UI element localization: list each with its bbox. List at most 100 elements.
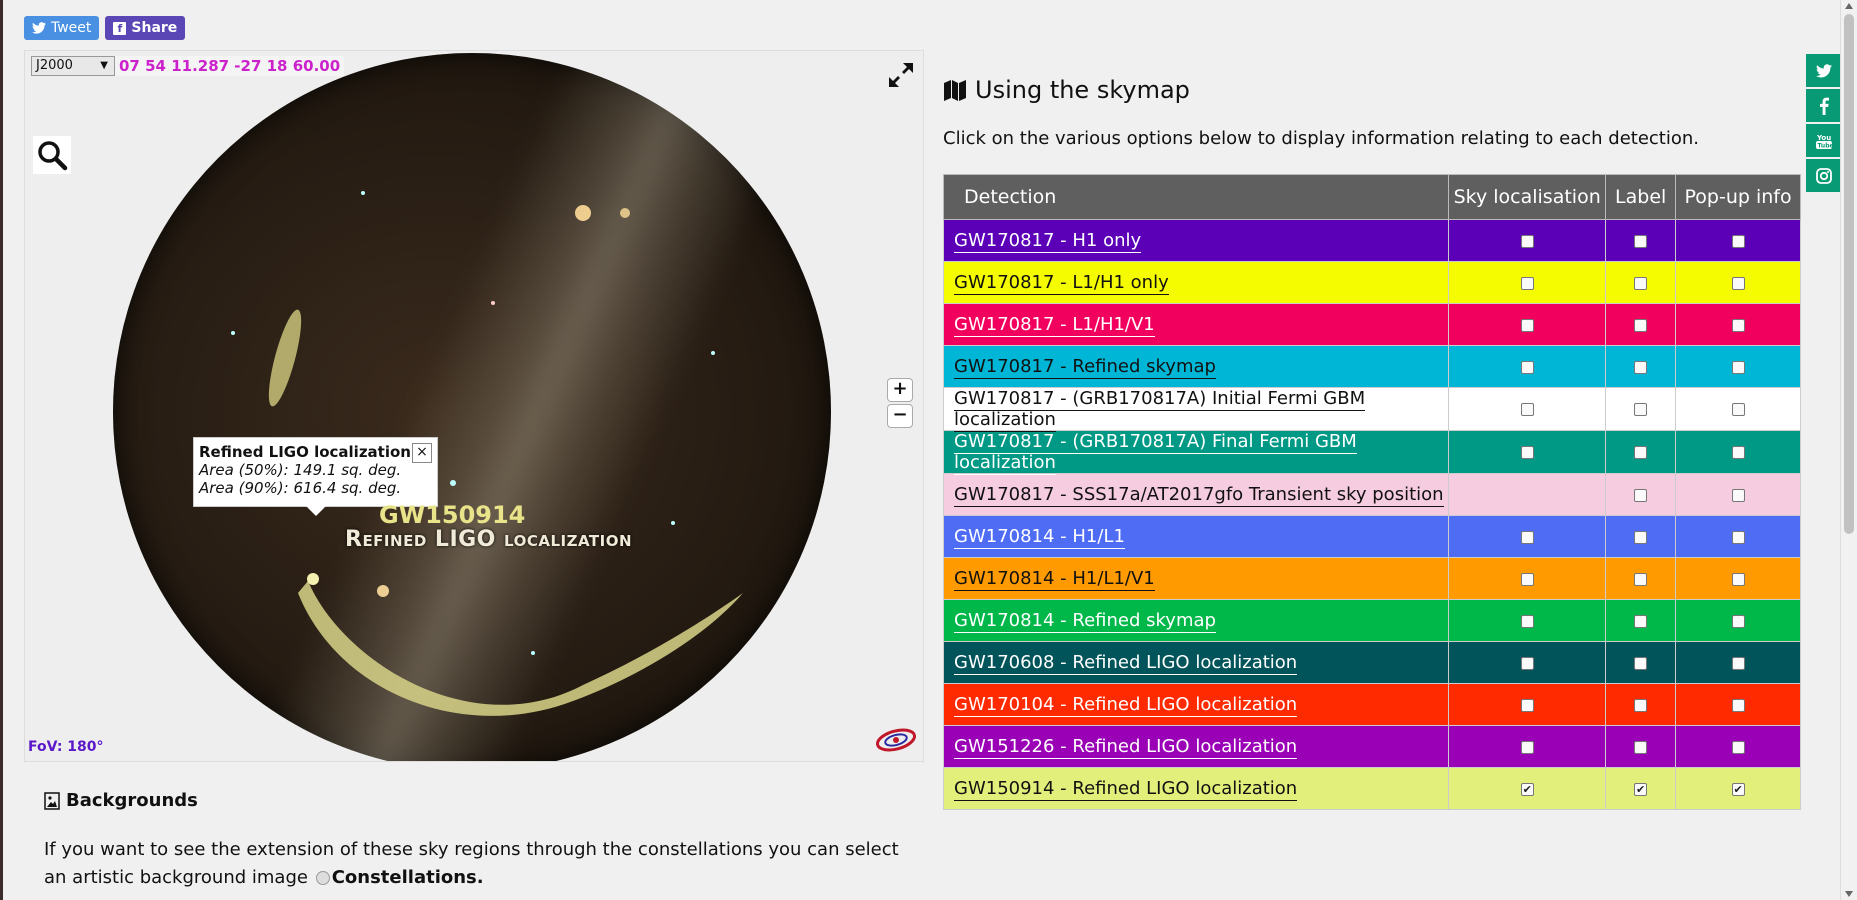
label-cell <box>1605 219 1677 262</box>
coordinates-readout: 07 54 11.287 -27 18 60.00 <box>115 56 345 76</box>
detection-link[interactable]: GW150914 - Refined LIGO localization <box>954 778 1298 801</box>
popup-info-checkbox[interactable] <box>1731 446 1745 459</box>
label-checkbox[interactable] <box>1634 488 1648 502</box>
popup-info-checkbox[interactable] <box>1731 530 1745 544</box>
popup-close-button[interactable]: × <box>412 443 432 463</box>
svg-text:You: You <box>1816 134 1831 142</box>
sky-sphere[interactable] <box>113 53 831 761</box>
popup-info-checkbox[interactable] <box>1731 403 1745 416</box>
localization-marker[interactable] <box>307 573 319 585</box>
detection-link[interactable]: GW170817 - L1/H1 only <box>954 272 1169 295</box>
detection-link[interactable]: GW170817 - Refined skymap <box>954 356 1216 379</box>
detection-name-cell: GW170817 - L1/H1/V1 <box>942 303 1450 346</box>
label-cell <box>1605 683 1677 726</box>
popup-info-checkbox[interactable] <box>1731 740 1745 754</box>
instagram-link[interactable] <box>1806 159 1842 192</box>
twitter-link[interactable] <box>1806 54 1842 87</box>
label-checkbox[interactable] <box>1634 360 1648 374</box>
aladin-logo[interactable] <box>875 725 917 755</box>
bright-star <box>620 208 630 218</box>
popup-info-checkbox[interactable] <box>1731 572 1745 586</box>
detection-name-cell: GW170608 - Refined LIGO localization <box>942 641 1450 684</box>
tweet-button[interactable]: Tweet <box>24 16 100 40</box>
skymap-viewer[interactable]: J2000 ▼ 07 54 11.287 -27 18 60.00 + − Ref… <box>24 50 924 762</box>
label-checkbox[interactable] <box>1634 656 1648 670</box>
scrollbar-thumb[interactable] <box>1844 14 1854 534</box>
detection-link[interactable]: GW170817 - H1 only <box>954 230 1142 253</box>
label-cell <box>1605 303 1677 346</box>
detection-link[interactable]: GW151226 - Refined LIGO localization <box>954 736 1298 759</box>
sky-localisation-checkbox[interactable] <box>1520 360 1534 374</box>
facebook-link[interactable] <box>1806 89 1842 122</box>
label-checkbox[interactable] <box>1634 234 1648 248</box>
search-button[interactable] <box>33 136 71 174</box>
share-button[interactable]: f Share <box>105 16 186 40</box>
popup-info-checkbox[interactable] <box>1731 360 1745 374</box>
sky-localisation-cell <box>1448 219 1607 262</box>
sky-localisation-checkbox[interactable] <box>1520 234 1534 248</box>
sky-localisation-checkbox[interactable] <box>1520 276 1534 290</box>
coordinate-frame-select[interactable]: J2000 ▼ <box>31 56 115 76</box>
sky-localisation-cell <box>1448 430 1607 474</box>
scroll-up-arrow[interactable] <box>1845 3 1853 9</box>
youtube-link[interactable]: You Tube <box>1806 124 1842 157</box>
constellations-radio[interactable] <box>315 871 330 885</box>
detection-link[interactable]: GW170814 - Refined skymap <box>954 610 1216 633</box>
page-scrollbar[interactable] <box>1840 0 1857 900</box>
popup-info-checkbox[interactable] <box>1731 234 1745 248</box>
label-checkbox[interactable] <box>1634 403 1648 416</box>
label-checkbox[interactable] <box>1634 530 1648 544</box>
detection-link[interactable]: GW170817 - SSS17a/AT2017gfo Transient sk… <box>954 484 1444 507</box>
sky-localisation-checkbox[interactable] <box>1520 318 1534 332</box>
sky-localisation-checkbox[interactable] <box>1520 740 1534 754</box>
detection-link[interactable]: GW170814 - H1/L1/V1 <box>954 568 1155 591</box>
sky-localisation-checkbox[interactable] <box>1520 446 1534 459</box>
star <box>491 301 495 305</box>
column-header: Pop-up info <box>1675 174 1801 220</box>
table-row: GW170814 - H1/L1 <box>942 515 1801 558</box>
popup-info-checkbox[interactable] <box>1731 276 1745 290</box>
zoom-out-button[interactable]: − <box>887 404 913 428</box>
table-row: GW170817 - Refined skymap <box>942 345 1801 388</box>
popup-info-cell <box>1675 599 1801 642</box>
popup-info-checkbox[interactable] <box>1731 614 1745 628</box>
fullscreen-button[interactable] <box>887 61 915 89</box>
scroll-down-arrow[interactable] <box>1845 891 1853 897</box>
label-checkbox[interactable] <box>1634 318 1648 332</box>
detection-link[interactable]: GW170817 - L1/H1/V1 <box>954 314 1155 337</box>
sky-localisation-checkbox[interactable] <box>1520 656 1534 670</box>
sky-localisation-cell <box>1448 261 1607 304</box>
table-row: GW170814 - Refined skymap <box>942 599 1801 642</box>
popup-info-checkbox[interactable] <box>1731 318 1745 332</box>
sky-localisation-checkbox[interactable] <box>1520 403 1534 416</box>
label-checkbox[interactable] <box>1634 614 1648 628</box>
popup-info-checkbox[interactable] <box>1731 656 1745 670</box>
detection-link[interactable]: GW170104 - Refined LIGO localization <box>954 694 1298 717</box>
sky-localisation-checkbox[interactable] <box>1520 572 1534 586</box>
backgrounds-description: If you want to see the extension of thes… <box>44 836 924 892</box>
popup-info-cell <box>1675 557 1801 600</box>
sky-localisation-checkbox[interactable] <box>1520 614 1534 628</box>
sky-localisation-checkbox[interactable] <box>1520 698 1534 712</box>
label-checkbox[interactable] <box>1634 572 1648 586</box>
skymap-help-panel: Using the skymap Click on the various op… <box>942 70 1801 810</box>
label-checkbox[interactable] <box>1634 446 1648 459</box>
sky-localisation-checkbox[interactable] <box>1520 530 1534 544</box>
table-header-row: Detection Sky localisation Label Pop-up … <box>942 174 1801 220</box>
popup-info-cell <box>1675 219 1801 262</box>
detection-link[interactable]: GW170817 - (GRB170817A) Final Fermi GBM … <box>954 431 1357 475</box>
label-checkbox[interactable]: ✔ <box>1634 782 1648 796</box>
popup-info-checkbox[interactable]: ✔ <box>1731 782 1745 796</box>
star <box>671 521 675 525</box>
detection-link[interactable]: GW170608 - Refined LIGO localization <box>954 652 1298 675</box>
detection-link[interactable]: GW170814 - H1/L1 <box>954 526 1125 549</box>
popup-info-checkbox[interactable] <box>1731 488 1745 502</box>
label-checkbox[interactable] <box>1634 740 1648 754</box>
zoom-in-button[interactable]: + <box>887 378 913 402</box>
table-row: GW151226 - Refined LIGO localization <box>942 725 1801 768</box>
label-checkbox[interactable] <box>1634 698 1648 712</box>
detection-link[interactable]: GW170817 - (GRB170817A) Initial Fermi GB… <box>954 388 1366 432</box>
label-checkbox[interactable] <box>1634 276 1648 290</box>
popup-info-checkbox[interactable] <box>1731 698 1745 712</box>
sky-localisation-checkbox[interactable]: ✔ <box>1520 782 1534 796</box>
